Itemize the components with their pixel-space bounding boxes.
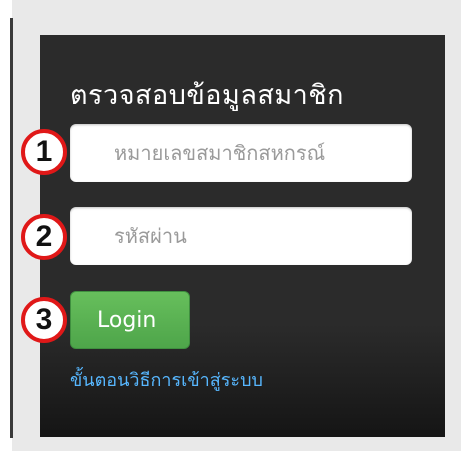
step-1-marker: 1	[21, 129, 67, 175]
password-input[interactable]	[70, 207, 412, 265]
page-background: ตรวจสอบข้อมูลสมาชิก Login ขั้นตอนวิธีการ…	[0, 0, 461, 451]
password-field[interactable]	[70, 207, 412, 265]
panel-title: ตรวจสอบข้อมูลสมาชิก	[70, 80, 344, 111]
step-2-marker: 2	[21, 214, 67, 260]
left-divider	[10, 18, 13, 438]
login-instructions-link[interactable]: ขั้นตอนวิธีการเข้าสู่ระบบ	[70, 365, 263, 394]
step-3-marker: 3	[21, 297, 67, 343]
member-login-panel: ตรวจสอบข้อมูลสมาชิก Login ขั้นตอนวิธีการ…	[40, 35, 445, 437]
member-id-field[interactable]	[70, 124, 412, 182]
member-id-input[interactable]	[70, 124, 412, 182]
login-button[interactable]: Login	[70, 291, 190, 349]
